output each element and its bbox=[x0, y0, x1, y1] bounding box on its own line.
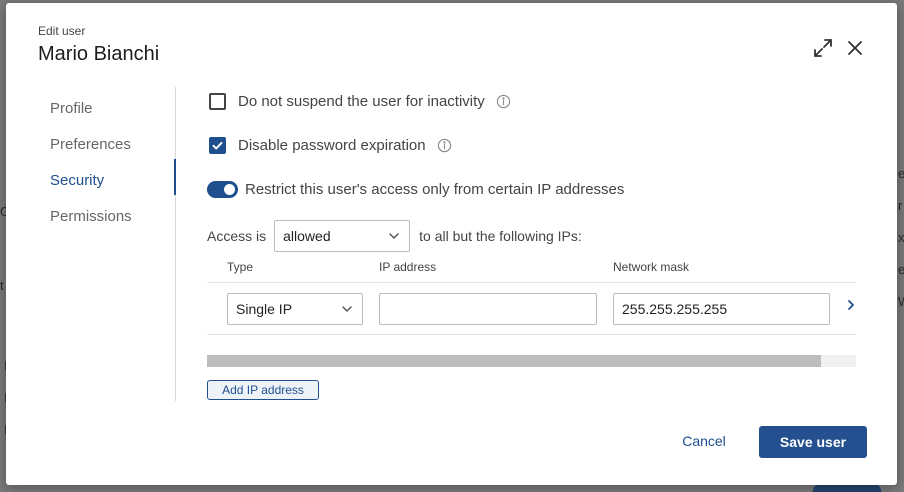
horizontal-scrollbar[interactable] bbox=[207, 355, 856, 367]
ip-type-select[interactable]: Single IP bbox=[227, 293, 363, 325]
column-header-ip-address: IP address bbox=[379, 260, 437, 274]
no-suspend-row: Do not suspend the user for inactivity bbox=[209, 93, 511, 110]
disable-password-expiration-row: Disable password expiration bbox=[209, 137, 452, 154]
active-nav-indicator bbox=[174, 159, 176, 195]
ip-type-value: Single IP bbox=[236, 301, 293, 317]
column-header-type: Type bbox=[227, 260, 254, 274]
access-row: Access is allowed to all but the followi… bbox=[207, 220, 582, 252]
background-text-fragment: e bbox=[898, 166, 904, 181]
chevron-down-icon bbox=[389, 233, 399, 239]
background-text-fragment: t bbox=[0, 278, 4, 293]
restrict-ip-row: Restrict this user's access only from ce… bbox=[207, 181, 624, 198]
column-header-network-mask: Network mask bbox=[613, 260, 690, 274]
access-suffix-label: to all but the following IPs: bbox=[419, 228, 582, 244]
cancel-button[interactable]: Cancel bbox=[664, 433, 744, 453]
disable-password-expiration-checkbox[interactable] bbox=[209, 137, 226, 154]
chevron-right-icon[interactable] bbox=[844, 298, 858, 312]
no-suspend-label: Do not suspend the user for inactivity bbox=[238, 93, 485, 110]
table-row-divider bbox=[207, 334, 856, 335]
info-icon[interactable] bbox=[496, 94, 511, 109]
save-user-button[interactable]: Save user bbox=[759, 426, 867, 458]
access-prefix-label: Access is bbox=[207, 228, 267, 244]
access-mode-value: allowed bbox=[283, 228, 331, 244]
access-mode-select[interactable]: allowed bbox=[274, 220, 411, 252]
disable-password-expiration-label: Disable password expiration bbox=[238, 137, 426, 154]
dialog-subtitle: Edit user bbox=[38, 24, 86, 38]
toggle-knob bbox=[224, 184, 235, 195]
chevron-down-icon bbox=[342, 306, 352, 312]
table-header-divider bbox=[207, 282, 856, 283]
close-icon[interactable] bbox=[844, 37, 866, 59]
sidebar-item-preferences[interactable]: Preferences bbox=[50, 136, 131, 153]
sidebar-item-permissions[interactable]: Permissions bbox=[50, 208, 132, 225]
sidebar-item-profile[interactable]: Profile bbox=[50, 100, 93, 117]
no-suspend-checkbox[interactable] bbox=[209, 93, 226, 110]
edit-user-dialog: Edit user Mario Bianchi Profile Preferen… bbox=[6, 3, 897, 485]
background-text-fragment: r bbox=[898, 198, 903, 213]
restrict-ip-toggle[interactable] bbox=[207, 181, 238, 198]
restrict-ip-label: Restrict this user's access only from ce… bbox=[245, 181, 625, 198]
sidebar-item-security[interactable]: Security bbox=[50, 172, 104, 189]
settings-sidebar: Profile Preferences Security Permissions bbox=[6, 87, 176, 401]
background-text-fragment: W bbox=[898, 294, 904, 309]
add-ip-address-button[interactable]: Add IP address bbox=[207, 380, 319, 400]
network-mask-input[interactable] bbox=[613, 293, 830, 325]
info-icon[interactable] bbox=[437, 138, 452, 153]
expand-icon[interactable] bbox=[812, 37, 834, 59]
scrollbar-thumb[interactable] bbox=[207, 355, 821, 367]
background-text-fragment: x bbox=[898, 230, 904, 245]
dialog-title: Mario Bianchi bbox=[38, 43, 160, 65]
ip-address-input[interactable] bbox=[379, 293, 597, 325]
background-text-fragment: e bbox=[898, 262, 904, 277]
